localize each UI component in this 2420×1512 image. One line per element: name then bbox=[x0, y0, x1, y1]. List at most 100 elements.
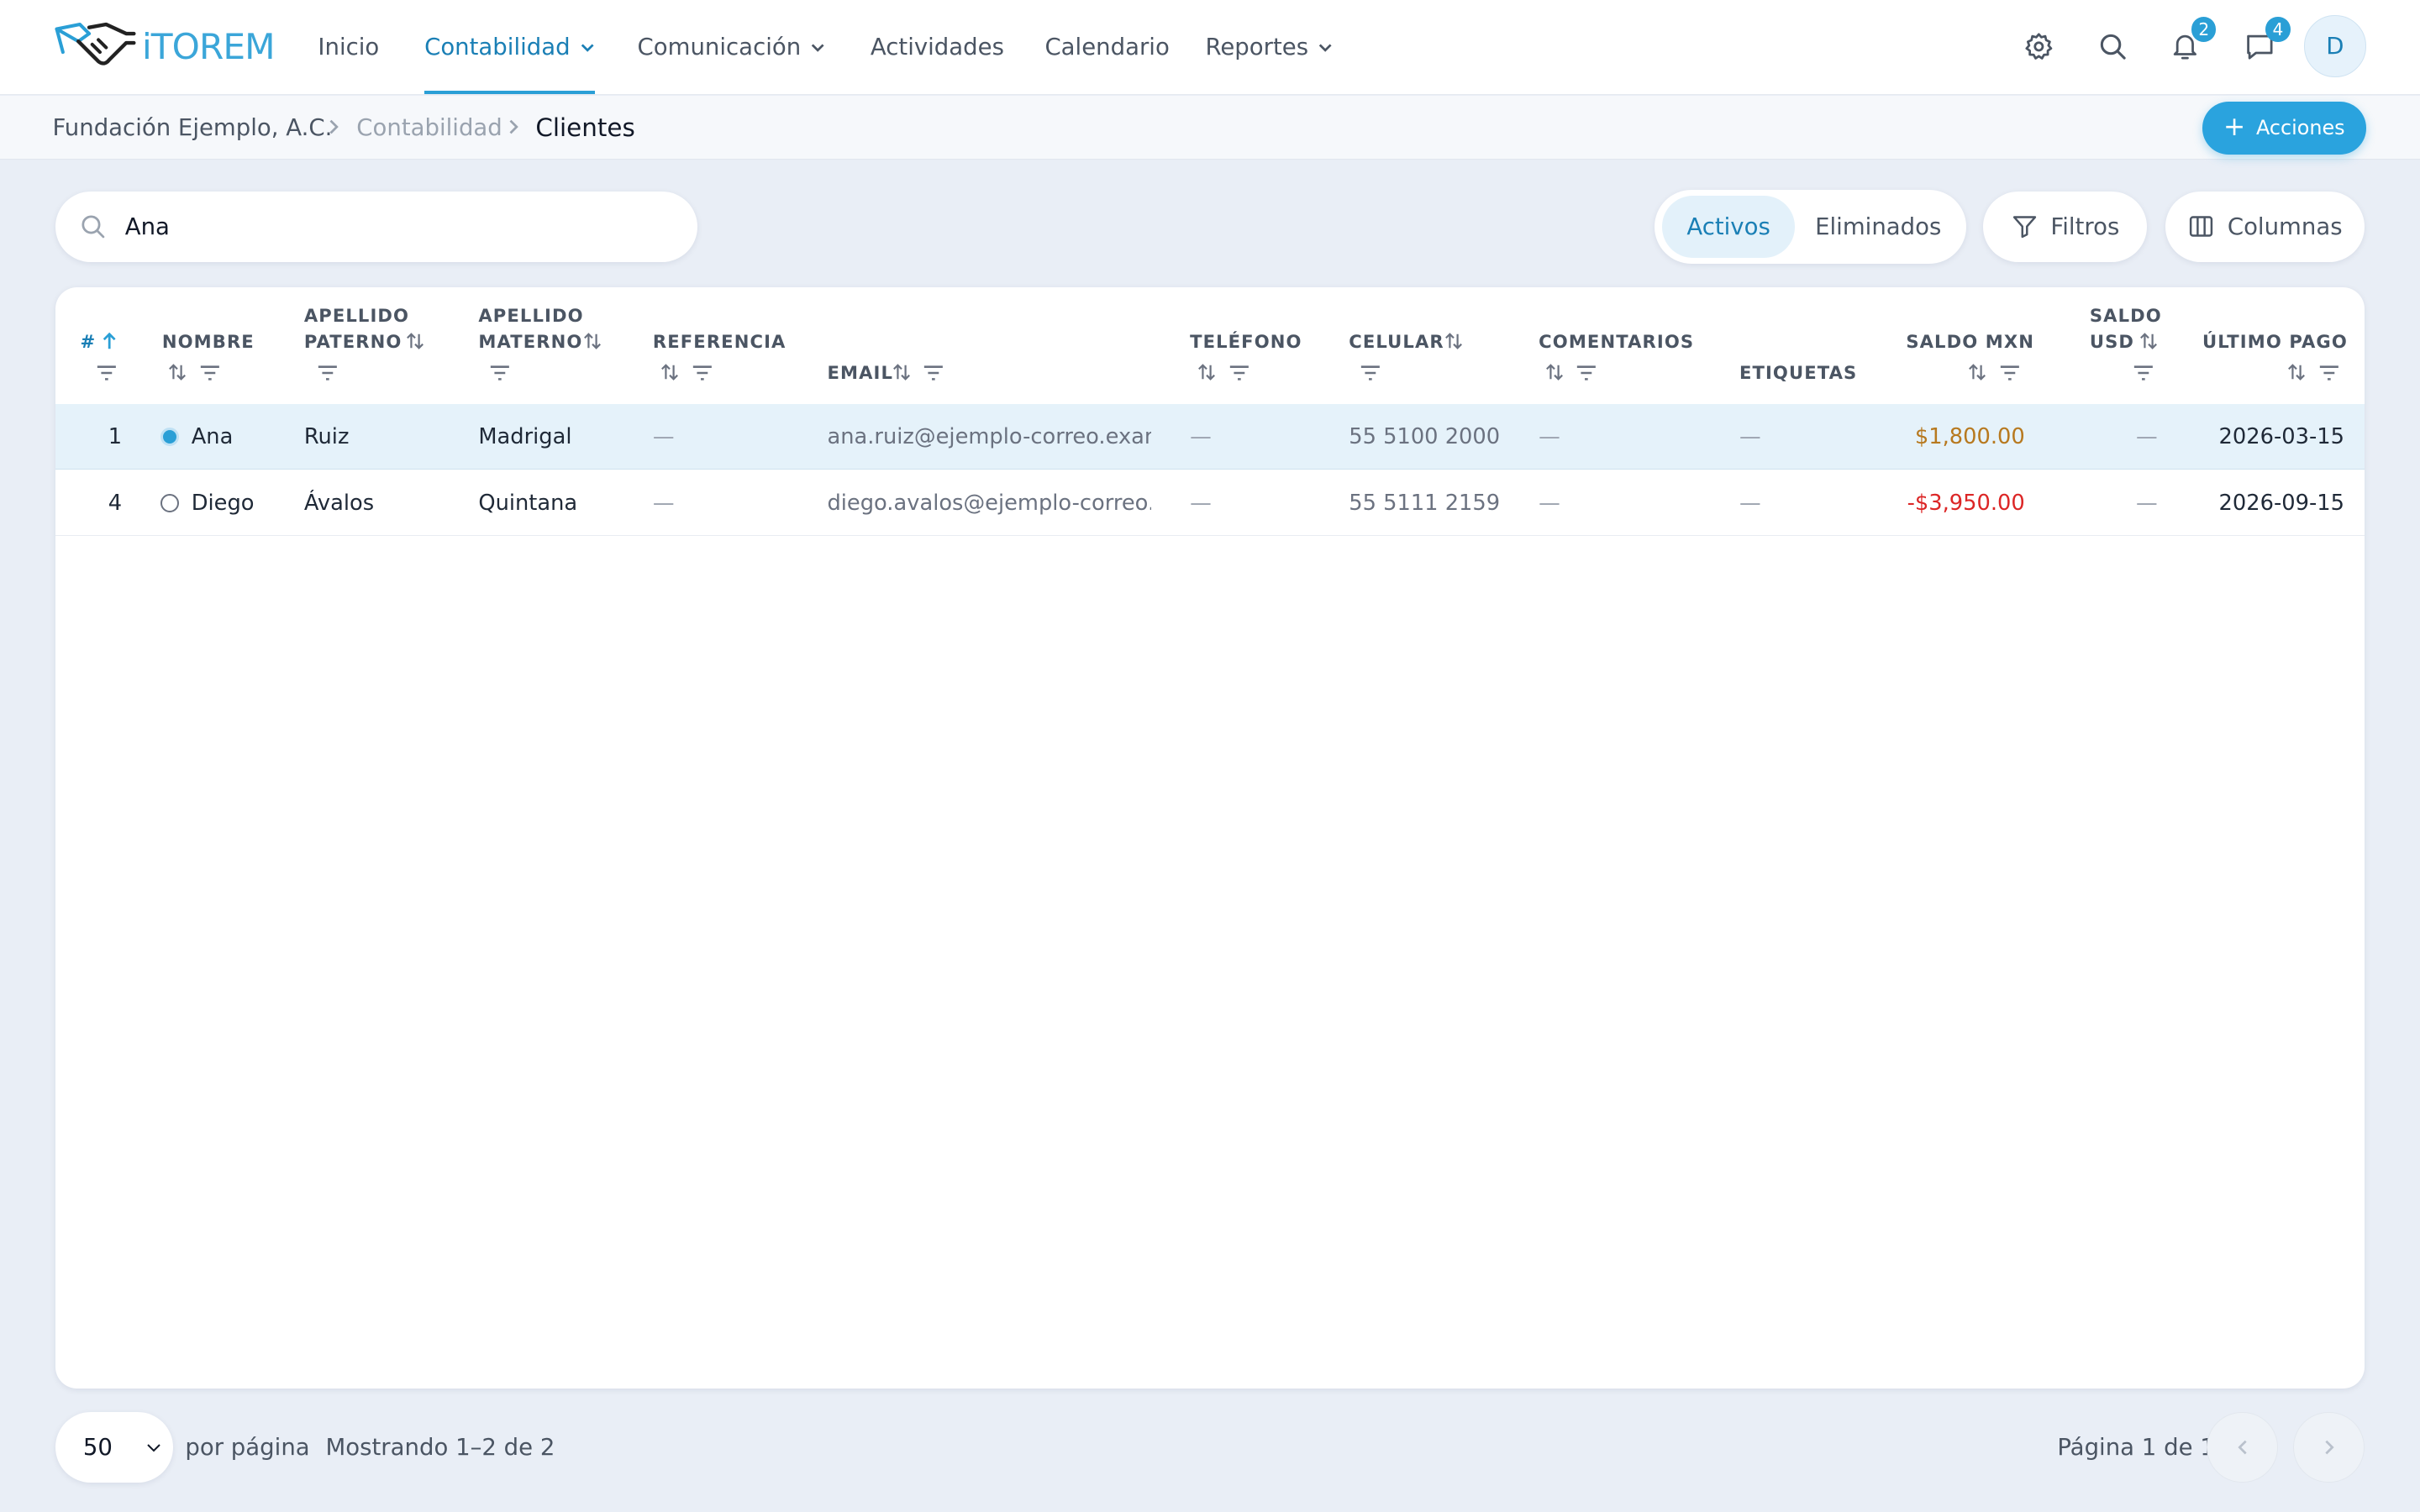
cell-celular: 55 5111 2159 bbox=[1349, 490, 1501, 516]
cell-referencia: — bbox=[652, 423, 675, 449]
row-select-radio[interactable] bbox=[160, 493, 180, 512]
nav-label: Contabilidad bbox=[424, 34, 571, 61]
sort-icon[interactable] bbox=[2139, 332, 2158, 350]
status-toggle: Activos Eliminados bbox=[1654, 189, 1966, 265]
filter-lines-icon[interactable] bbox=[923, 364, 944, 382]
tab-activos[interactable]: Activos bbox=[1662, 196, 1796, 258]
search-input[interactable] bbox=[122, 212, 653, 242]
nav-label: Actividades bbox=[870, 34, 1004, 61]
page-info: Página 1 de 1 bbox=[2057, 1433, 2215, 1461]
nav-calendario[interactable]: Calendario bbox=[1044, 0, 1169, 94]
sort-icon[interactable] bbox=[406, 332, 424, 350]
global-search-button[interactable] bbox=[2091, 24, 2134, 67]
chevron-down-icon bbox=[1318, 44, 1332, 52]
nav-actividades[interactable]: Actividades bbox=[871, 0, 1004, 94]
filter-lines-icon[interactable] bbox=[1999, 364, 2021, 382]
column-header-ultimo-pago[interactable]: ÚLTIMO PAGO bbox=[2202, 328, 2348, 354]
column-header-comentarios[interactable]: COMENTARIOS bbox=[1539, 328, 1694, 354]
logo-text: iTOREM bbox=[141, 25, 276, 67]
next-page-button[interactable] bbox=[2293, 1411, 2365, 1483]
nav-contabilidad[interactable]: Contabilidad bbox=[424, 0, 596, 95]
settings-button[interactable] bbox=[2018, 24, 2060, 67]
page-size-select[interactable]: 50 bbox=[76, 1432, 167, 1462]
filter-lines-icon[interactable] bbox=[1228, 364, 1250, 382]
search-icon bbox=[82, 215, 104, 239]
table-row[interactable]: 4 Diego Ávalos Quintana — diego.avalos@e… bbox=[55, 470, 2365, 537]
filter-lines-icon[interactable] bbox=[199, 364, 221, 382]
actions-button[interactable]: + Acciones bbox=[2202, 102, 2366, 155]
chevron-down-icon bbox=[811, 44, 824, 52]
column-header-nombre[interactable]: NOMBRE bbox=[162, 328, 255, 354]
sort-icon[interactable] bbox=[1968, 363, 1986, 381]
breadcrumb-section[interactable]: Contabilidad bbox=[356, 96, 502, 159]
nav-inicio[interactable]: Inicio bbox=[318, 0, 379, 94]
nav-label: Inicio bbox=[318, 34, 380, 61]
column-header-saldo-mxn[interactable]: SALDO MXN bbox=[1906, 328, 2034, 354]
sort-icon[interactable] bbox=[1444, 332, 1463, 350]
sort-icon[interactable] bbox=[660, 363, 679, 381]
columns-icon bbox=[2189, 216, 2213, 238]
chevron-down-icon bbox=[581, 44, 594, 52]
column-header-celular[interactable]: CELULAR bbox=[1349, 328, 1444, 354]
cell-materno: Madrigal bbox=[478, 423, 572, 449]
column-header-email[interactable]: EMAIL bbox=[827, 360, 893, 386]
sort-icon[interactable] bbox=[1197, 363, 1216, 381]
nav-reportes[interactable]: Reportes bbox=[1205, 0, 1333, 94]
sort-icon[interactable] bbox=[583, 332, 602, 350]
nav-comunicacion[interactable]: Comunicación bbox=[638, 0, 826, 94]
column-header-apellido-paterno[interactable]: APELLIDO PATERNO bbox=[304, 302, 409, 354]
chevron-right-icon bbox=[2324, 1440, 2334, 1455]
app-logo[interactable]: iTOREM bbox=[52, 15, 276, 76]
cell-nombre-text: Diego bbox=[191, 490, 255, 516]
filter-lines-icon[interactable] bbox=[692, 364, 713, 382]
tab-eliminados[interactable]: Eliminados bbox=[1801, 196, 1955, 257]
row-select-radio[interactable] bbox=[160, 427, 180, 446]
gear-icon bbox=[2025, 33, 2053, 60]
notifications-button[interactable]: 2 bbox=[2164, 17, 2217, 67]
column-label: TELÉFONO bbox=[1190, 331, 1302, 353]
showing-count: Mostrando 1–2 de 2 bbox=[325, 1433, 555, 1461]
table-row[interactable]: 1 Ana Ruiz Madrigal — ana.ruiz@ejemplo-c… bbox=[55, 404, 2365, 470]
filter-lines-icon[interactable] bbox=[2133, 364, 2154, 382]
column-header-referencia[interactable]: REFERENCIA bbox=[653, 328, 786, 354]
per-page-label: por página bbox=[185, 1433, 310, 1461]
column-header-number[interactable]: # bbox=[80, 328, 96, 354]
messages-button[interactable]: 4 bbox=[2238, 17, 2291, 67]
column-label: # bbox=[80, 331, 97, 353]
column-label: APELLIDO bbox=[303, 304, 410, 326]
nav-label: Reportes bbox=[1205, 34, 1309, 61]
plus-icon: + bbox=[2223, 111, 2246, 142]
columns-button[interactable]: Columnas bbox=[2165, 191, 2365, 263]
filter-lines-icon[interactable] bbox=[317, 364, 339, 382]
handshake-logo-icon bbox=[55, 23, 136, 66]
prev-page-button[interactable] bbox=[2207, 1411, 2278, 1483]
column-label: CELULAR bbox=[1349, 331, 1444, 353]
cell-referencia: — bbox=[652, 490, 675, 516]
breadcrumb: Fundación Ejemplo, A.C. Contabilidad Cli… bbox=[0, 95, 2420, 160]
filter-icon bbox=[2012, 216, 2036, 239]
cell-saldo-mxn: $1,800.00 bbox=[1914, 423, 2025, 449]
column-label: SALDO MXN bbox=[1906, 331, 2034, 353]
filter-lines-icon[interactable] bbox=[1576, 364, 1597, 382]
filter-lines-icon[interactable] bbox=[1360, 364, 1381, 382]
sort-icon[interactable] bbox=[892, 363, 911, 381]
column-label: EMAIL bbox=[827, 361, 894, 383]
column-label: COMENTARIOS bbox=[1539, 331, 1695, 353]
chevron-left-icon bbox=[2238, 1440, 2247, 1455]
sort-icon[interactable] bbox=[2287, 363, 2306, 381]
breadcrumb-org[interactable]: Fundación Ejemplo, A.C. bbox=[52, 96, 332, 159]
sort-icon[interactable] bbox=[168, 363, 187, 381]
clients-table: # NOMBRE APELLIDO PATERNO APELLIDO MATER… bbox=[55, 286, 2365, 1389]
filter-lines-icon[interactable] bbox=[2318, 364, 2340, 382]
column-header-telefono[interactable]: TELÉFONO bbox=[1190, 328, 1302, 354]
column-header-apellido-materno[interactable]: APELLIDO MATERNO bbox=[478, 302, 583, 354]
filter-lines-icon[interactable] bbox=[489, 364, 511, 382]
cell-saldo-mxn: -$3,950.00 bbox=[1907, 490, 2025, 516]
sort-ascending-icon[interactable] bbox=[102, 332, 117, 350]
cell-saldo-usd: — bbox=[2135, 423, 2158, 449]
filter-lines-icon[interactable] bbox=[96, 364, 118, 382]
filters-label: Filtros bbox=[2050, 213, 2120, 240]
sort-icon[interactable] bbox=[1545, 363, 1564, 381]
filters-button[interactable]: Filtros bbox=[1983, 191, 2147, 263]
user-avatar[interactable]: D bbox=[2304, 15, 2366, 77]
